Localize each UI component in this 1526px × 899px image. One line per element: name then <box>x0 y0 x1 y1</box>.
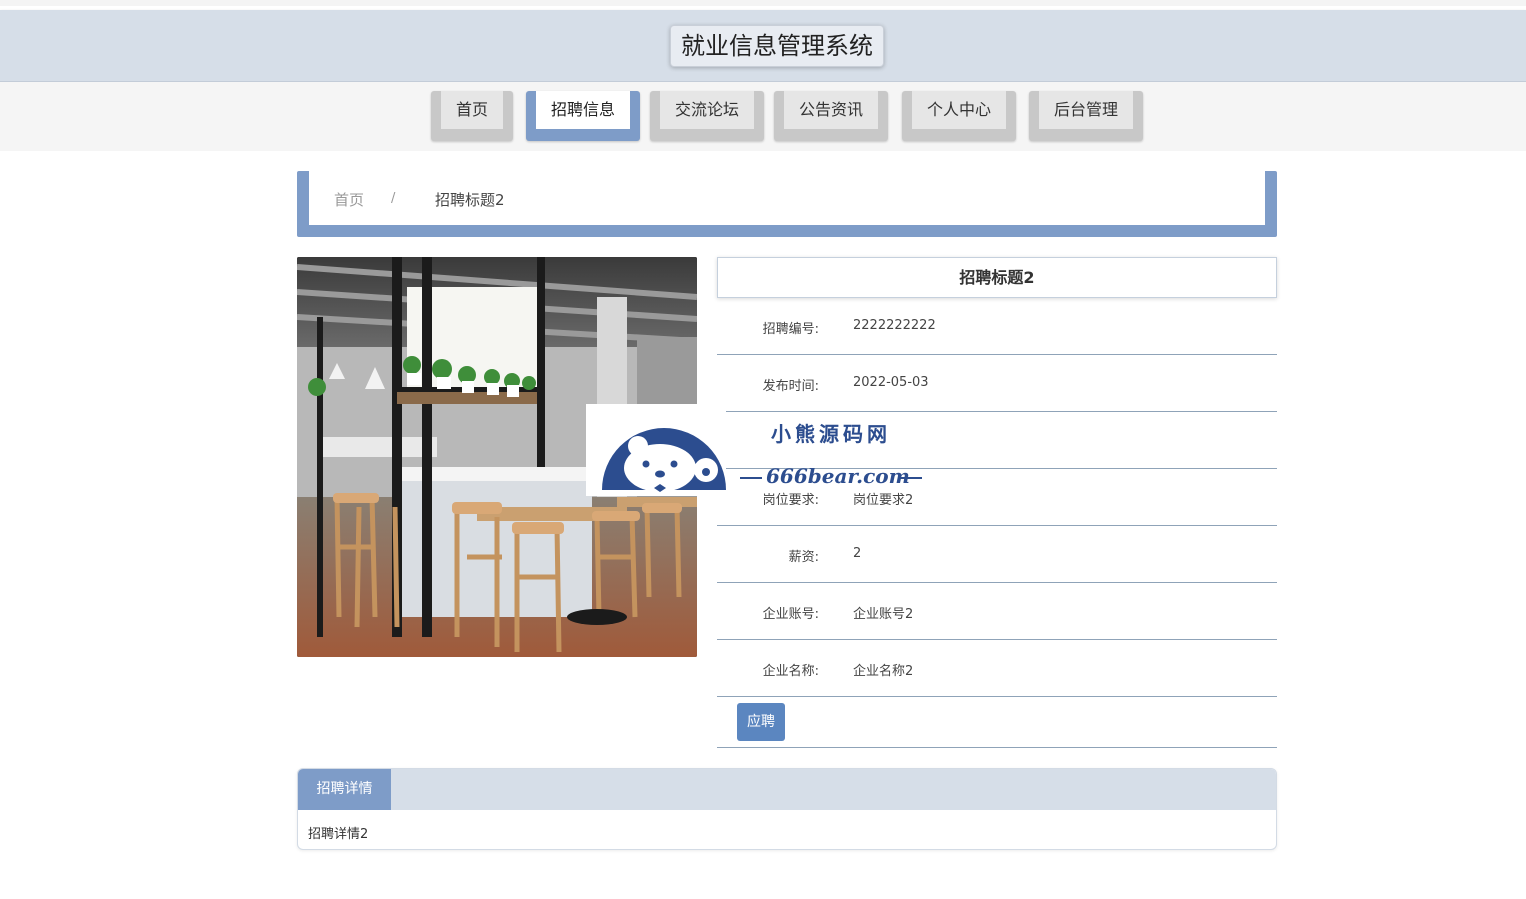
job-title: 招聘标题2 <box>717 257 1277 298</box>
nav-item-profile[interactable]: 个人中心 <box>902 91 1016 141</box>
watermark-line-left <box>740 477 762 479</box>
bear-logo-icon <box>602 428 726 492</box>
nav-item-label: 公告资讯 <box>784 91 878 129</box>
nav-item-admin[interactable]: 后台管理 <box>1029 91 1143 141</box>
field-label: 发布时间: <box>762 379 819 394</box>
field-value: 2222222222 <box>853 318 936 333</box>
watermark-site-name: 小熊源码网 <box>771 422 891 446</box>
nav-item-label: 个人中心 <box>912 91 1006 129</box>
nav-item-home[interactable]: 首页 <box>431 91 513 141</box>
top-strip <box>0 0 1526 6</box>
nav-item-jobs[interactable]: 招聘信息 <box>526 91 640 141</box>
breadcrumb-home-link[interactable]: 首页 <box>334 189 364 210</box>
field-row-salary: 薪资: 2 <box>717 526 1277 583</box>
nav-item-label: 后台管理 <box>1039 91 1133 129</box>
field-row-company-name: 企业名称: 企业名称2 <box>717 640 1277 697</box>
field-row-company-account: 企业账号: 企业账号2 <box>717 583 1277 640</box>
field-value: 2 <box>853 546 862 561</box>
field-label: 招聘编号: <box>762 322 819 337</box>
site-header: 就业信息管理系统 <box>0 10 1526 82</box>
breadcrumb: 首页 / 招聘标题2 <box>297 171 1277 237</box>
field-value: 2022-05-03 <box>853 375 929 390</box>
apply-row: 应聘 <box>717 697 1277 748</box>
watermark-url: 666bear.com <box>766 464 910 488</box>
field-row-job-number: 招聘编号: 2222222222 <box>717 298 1277 355</box>
field-label: 企业名称: <box>762 664 819 679</box>
panel-header: 招聘详情 <box>298 769 1276 810</box>
tab-job-details[interactable]: 招聘详情 <box>298 769 391 810</box>
breadcrumb-current: 招聘标题2 <box>435 191 505 209</box>
field-value: 企业名称2 <box>853 664 914 679</box>
breadcrumb-inner: 首页 / 招聘标题2 <box>309 171 1265 225</box>
site-title: 就业信息管理系统 <box>670 25 884 67</box>
apply-button[interactable]: 应聘 <box>737 703 785 741</box>
nav-item-label: 招聘信息 <box>536 91 630 129</box>
watermark-line-right <box>898 477 922 479</box>
nav-item-label: 交流论坛 <box>660 91 754 129</box>
main-nav: 首页 招聘信息 交流论坛 公告资讯 个人中心 后台管理 <box>0 82 1526 151</box>
watermark: 小熊源码网 666bear.com <box>586 404 938 496</box>
nav-item-news[interactable]: 公告资讯 <box>774 91 888 141</box>
field-label: 薪资: <box>788 550 819 565</box>
job-detail-content: 招聘详情2 <box>308 827 369 842</box>
nav-item-label: 首页 <box>441 91 503 129</box>
job-detail-panel: 招聘详情 招聘详情2 <box>297 768 1277 850</box>
breadcrumb-separator: / <box>391 191 396 206</box>
nav-item-forum[interactable]: 交流论坛 <box>650 91 764 141</box>
field-value: 企业账号2 <box>853 607 914 622</box>
field-label: 企业账号: <box>762 607 819 622</box>
